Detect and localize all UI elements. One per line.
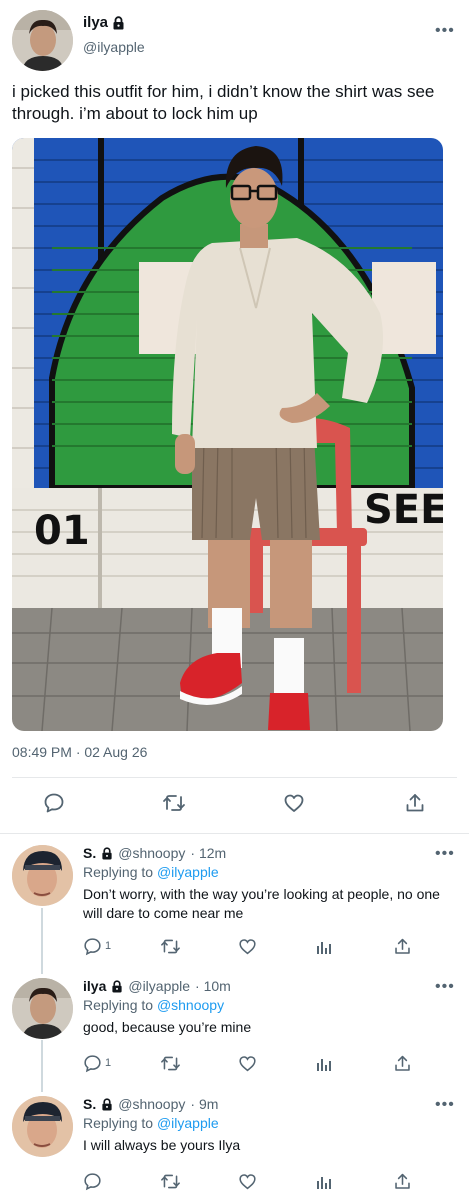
more-icon[interactable]: ••• — [435, 23, 455, 39]
reply-icon[interactable]: 1 — [83, 935, 111, 957]
retweet-icon[interactable] — [160, 1170, 181, 1192]
display-name[interactable]: S. — [83, 1096, 96, 1112]
reply-icon[interactable]: 1 — [83, 1052, 111, 1074]
divider — [0, 833, 469, 834]
reply-time[interactable]: · 12m — [190, 845, 226, 861]
tweet-action-bar — [0, 790, 469, 822]
heart-icon[interactable] — [238, 1170, 257, 1192]
tweet-text: i picked this outfit for him, i didn’t k… — [12, 82, 435, 123]
reply-icon[interactable] — [83, 1170, 105, 1192]
lock-icon — [112, 979, 122, 992]
retweet-icon[interactable] — [161, 790, 187, 816]
share-icon[interactable] — [393, 1170, 412, 1192]
retweet-icon[interactable] — [160, 1052, 181, 1074]
more-icon[interactable]: ••• — [435, 1097, 455, 1113]
wall-text: SEE — [364, 487, 443, 533]
display-name[interactable]: ilya — [83, 978, 106, 994]
lock-icon — [102, 846, 112, 859]
replying-to: Replying to @ilyapple — [83, 1115, 219, 1131]
replying-to: Replying to @ilyapple — [83, 864, 219, 880]
reply-text: I will always be yours Ilya — [83, 1137, 241, 1153]
tweet-timestamp[interactable]: 08:49 PM · 02 Aug 26 — [12, 744, 147, 760]
share-icon[interactable] — [393, 1052, 412, 1074]
reply-time[interactable]: · 9m — [190, 1096, 218, 1112]
more-icon[interactable]: ••• — [435, 846, 455, 862]
replying-to: Replying to @shnoopy — [83, 997, 225, 1013]
reply-action-bar — [0, 1170, 469, 1192]
display-name[interactable]: S. — [83, 845, 96, 861]
mention-link[interactable]: @ilyapple — [157, 1115, 219, 1131]
reply-count: 1 — [105, 1057, 112, 1069]
handle[interactable]: @shnoopy — [118, 1096, 185, 1112]
lock-icon — [102, 1097, 112, 1110]
avatar[interactable] — [12, 845, 73, 906]
retweet-icon[interactable] — [160, 935, 181, 957]
handle[interactable]: @shnoopy — [118, 845, 185, 861]
heart-icon[interactable] — [238, 935, 257, 957]
reply-action-bar: 1 — [0, 935, 469, 957]
analytics-icon[interactable] — [316, 935, 333, 957]
handle[interactable]: @ilyapple — [128, 978, 190, 994]
tweet-photo[interactable]: 01 SEE — [12, 138, 443, 731]
reply-count: 1 — [105, 940, 112, 952]
analytics-icon[interactable] — [316, 1052, 333, 1074]
reply-action-bar: 1 — [0, 1052, 469, 1074]
more-icon[interactable]: ••• — [435, 979, 455, 995]
reply-header: ilya @ilyapple · 10m — [83, 978, 231, 994]
handle[interactable]: @ilyapple — [83, 39, 145, 55]
reply-text: good, because you’re mine — [83, 1019, 252, 1035]
lock-icon — [113, 15, 124, 29]
reply-header: S. @shnoopy · 9m — [83, 1096, 218, 1112]
reply-icon[interactable] — [41, 790, 67, 816]
display-name[interactable]: ilya — [83, 14, 125, 31]
mention-link[interactable]: @shnoopy — [157, 997, 224, 1013]
heart-icon[interactable] — [238, 1052, 257, 1074]
avatar[interactable] — [12, 10, 73, 71]
reply-text: Don’t worry, with the way you’re looking… — [83, 886, 440, 921]
reply-time[interactable]: · 10m — [195, 978, 231, 994]
share-icon[interactable] — [393, 935, 412, 957]
share-icon[interactable] — [402, 790, 428, 816]
analytics-icon[interactable] — [316, 1170, 333, 1192]
avatar[interactable] — [12, 1096, 73, 1157]
reply-header: S. @shnoopy · 12m — [83, 845, 226, 861]
mention-link[interactable]: @ilyapple — [157, 864, 219, 880]
avatar[interactable] — [12, 978, 73, 1039]
divider — [12, 777, 457, 778]
heart-icon[interactable] — [281, 790, 307, 816]
wall-number: 01 — [34, 508, 90, 554]
